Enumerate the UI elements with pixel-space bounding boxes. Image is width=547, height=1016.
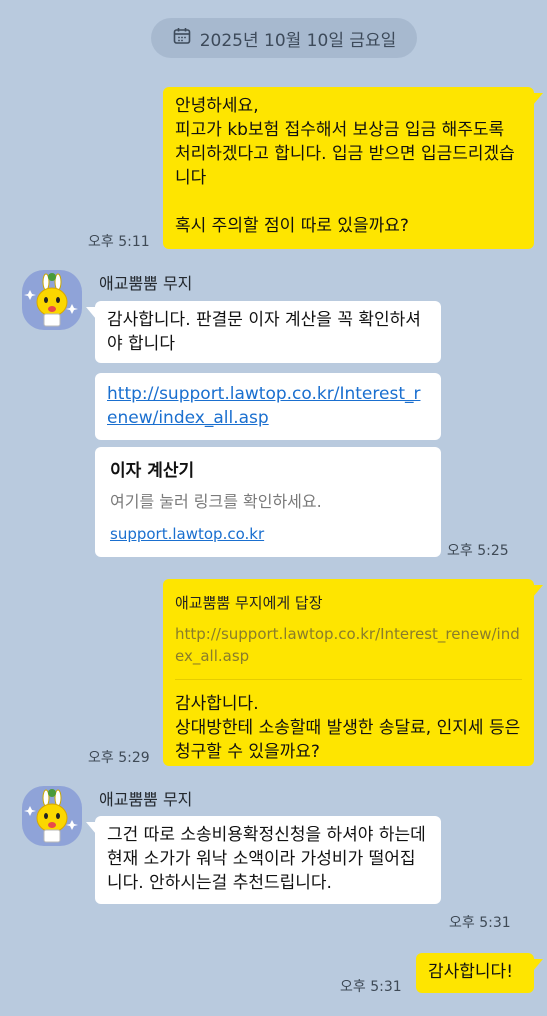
- my-message-bubble[interactable]: 안녕하세요, 피고가 kb보험 접수해서 보상금 입금 해주도록 처리하겠다고 …: [163, 87, 534, 249]
- message-time: 오후 5:29: [88, 750, 150, 766]
- avatar[interactable]: [22, 270, 82, 330]
- date-separator: 2025년 10월 10일 금요일: [151, 18, 417, 58]
- message-time: 오후 5:31: [340, 979, 402, 995]
- bubble-tail: [533, 585, 543, 597]
- bubble-tail: [86, 307, 96, 319]
- their-message-bubble[interactable]: 그건 따로 소송비용확정신청을 하셔야 하는데 현재 소가가 워낙 소액이라 가…: [95, 816, 441, 904]
- avatar[interactable]: [22, 786, 82, 846]
- card-title: 이자 계산기: [110, 461, 195, 481]
- reply-quote[interactable]: http://support.lawtop.co.kr/Interest_ren…: [175, 623, 522, 667]
- reply-to-label: 애교뿜뿜 무지에게 답장: [175, 594, 323, 612]
- reply-message-text: 감사합니다. 상대방한테 소송할때 발생한 송달료, 인지세 등은 청구할 수 …: [175, 694, 521, 762]
- url-link[interactable]: http://support.lawtop.co.kr/Interest_ren…: [107, 384, 420, 428]
- bubble-tail: [86, 822, 96, 834]
- message-time: 오후 5:25: [447, 543, 509, 559]
- card-description: 여기를 눌러 링크를 확인하세요.: [110, 492, 322, 511]
- date-label: 2025년 10월 10일 금요일: [199, 30, 397, 51]
- message-time: 오후 5:31: [449, 915, 511, 931]
- link-preview-card[interactable]: 이자 계산기 여기를 눌러 링크를 확인하세요. support.lawtop.…: [95, 447, 441, 557]
- sender-name: 애교뿜뿜 무지: [99, 274, 193, 293]
- muzi-character-icon: [24, 273, 78, 327]
- message-time: 오후 5:11: [88, 234, 150, 250]
- bubble-tail: [533, 93, 543, 105]
- link-message-bubble[interactable]: http://support.lawtop.co.kr/Interest_ren…: [95, 373, 441, 440]
- my-reply-bubble[interactable]: 애교뿜뿜 무지에게 답장 http://support.lawtop.co.kr…: [163, 579, 534, 766]
- calendar-icon: [172, 26, 192, 51]
- muzi-character-icon: [24, 789, 78, 843]
- reply-divider: [175, 679, 522, 680]
- their-message-bubble[interactable]: 감사합니다. 판결문 이자 계산을 꼭 확인하셔야 합니다: [95, 301, 441, 363]
- card-domain-link[interactable]: support.lawtop.co.kr: [110, 522, 426, 546]
- my-message-bubble[interactable]: 감사합니다!: [416, 953, 534, 993]
- bubble-tail: [533, 959, 543, 971]
- sender-name: 애교뿜뿜 무지: [99, 790, 193, 809]
